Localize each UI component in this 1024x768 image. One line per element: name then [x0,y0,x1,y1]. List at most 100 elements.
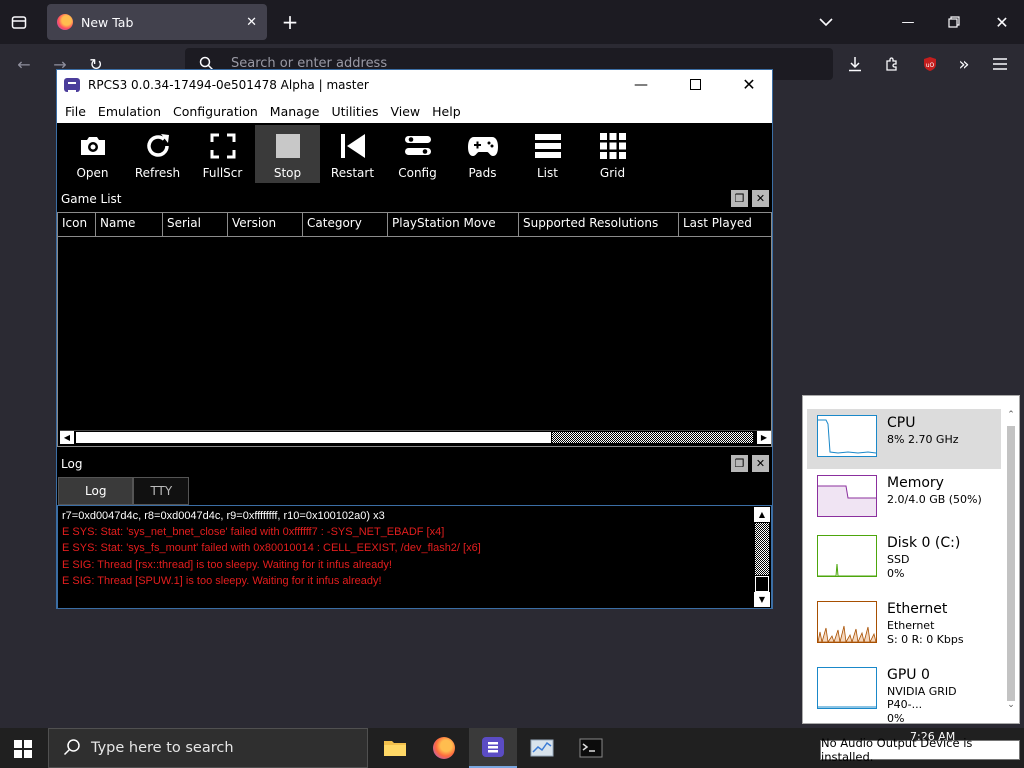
tab-tty[interactable]: TTY [133,477,190,505]
menu-utilities[interactable]: Utilities [325,104,384,119]
scroll-up-icon[interactable]: ⌃ [1005,410,1017,420]
scroll-up-icon[interactable]: ▲ [754,507,770,522]
close-dock-icon[interactable]: ✕ [752,455,769,472]
perf-item-ethernet[interactable]: Ethernet Ethernet S: 0 R: 0 Kbps [807,595,1001,655]
column-header-category[interactable]: Category [303,213,388,236]
perf-item-cpu[interactable]: CPU 8% 2.70 GHz [807,409,1001,469]
scrollbar-thumb[interactable] [755,576,769,592]
restart-button[interactable]: Restart [320,125,385,183]
perf-item-disk[interactable]: Disk 0 (C:) SSD 0% [807,529,1001,589]
open-label: Open [76,166,109,180]
scroll-left-icon[interactable]: ◀ [60,431,74,444]
stop-button[interactable]: Stop [255,125,320,183]
perf-item-gpu[interactable]: GPU 0 NVIDIA GRID P40-... 0% [807,661,1001,725]
tab-list-icon[interactable] [8,12,30,32]
pads-button[interactable]: Pads [450,125,515,183]
close-tab-icon[interactable]: ✕ [246,15,257,30]
chevron-down-icon[interactable] [814,12,838,32]
restore-icon[interactable] [942,12,966,32]
rpcs3-close-button[interactable]: ✕ [726,70,772,99]
log-vertical-scrollbar[interactable]: ▲ ▼ [754,507,770,607]
perf-item-detail: NVIDIA GRID P40-... [887,685,957,711]
browser-tab-bar: New Tab ✕ + — ✕ [0,0,1024,44]
rpcs3-app-icon [64,77,80,92]
game-list-table[interactable]: Icon Name Serial Version Category PlaySt… [57,212,772,447]
taskbar-search-box[interactable]: Type here to search [48,728,368,768]
gamepad-icon [467,130,499,162]
file-explorer-taskbar-icon[interactable] [371,728,419,768]
browser-tab-title: New Tab [81,14,134,30]
refresh-label: Refresh [134,166,181,180]
column-header-name[interactable]: Name [96,213,163,236]
overflow-icon[interactable]: » [952,54,976,75]
menu-configuration[interactable]: Configuration [167,104,264,119]
rpcs3-maximize-button[interactable] [672,70,718,99]
search-icon [63,738,81,759]
back-icon[interactable]: ← [12,54,36,74]
log-output[interactable]: r7=0xd0047d4c, r8=0xd0047d4c, r9=0xfffff… [57,505,772,609]
new-tab-icon[interactable]: + [278,10,302,34]
close-dock-icon[interactable]: ✕ [752,190,769,207]
column-header-supported-resolutions[interactable]: Supported Resolutions [519,213,679,236]
log-dock-header: Log ❐ ✕ [57,452,772,476]
rpcs3-minimize-button[interactable]: — [618,70,664,99]
scrollbar-track[interactable] [552,432,753,443]
grid-view-button[interactable]: Grid [580,125,645,183]
close-window-icon[interactable]: ✕ [990,12,1014,32]
scrollbar-thumb[interactable] [76,432,551,443]
scrollbar-track[interactable] [755,523,769,575]
log-tabs: Log TTY [58,477,190,505]
menu-emulation[interactable]: Emulation [92,104,167,119]
download-icon[interactable] [843,54,867,74]
extensions-icon[interactable] [880,54,904,74]
refresh-button[interactable]: Refresh [125,125,190,183]
menu-file[interactable]: File [59,104,92,119]
firefox-taskbar-icon[interactable] [420,728,468,768]
menu-view[interactable]: View [384,104,426,119]
column-header-playstation-move[interactable]: PlayStation Move [388,213,519,236]
column-header-version[interactable]: Version [228,213,303,236]
task-manager-performance-panel: CPU 8% 2.70 GHz Memory 2.0/4.0 GB (50%) … [802,395,1020,725]
taskbar-search-placeholder: Type here to search [91,740,234,756]
scrollbar-thumb[interactable] [1007,426,1015,701]
minimize-icon[interactable]: — [896,12,920,32]
game-list-horizontal-scrollbar[interactable]: ◀ ▶ [60,430,771,444]
browser-tab[interactable]: New Tab ✕ [47,4,267,40]
column-header-icon[interactable]: Icon [58,213,96,236]
perf-item-detail: 8% 2.70 GHz [887,433,959,446]
task-manager-scrollbar[interactable]: ⌃ ⌄ [1005,410,1017,710]
memory-graph [817,475,877,517]
float-dock-icon[interactable]: ❐ [731,190,748,207]
list-view-button[interactable]: List [515,125,580,183]
float-dock-icon[interactable]: ❐ [731,455,748,472]
menu-manage[interactable]: Manage [264,104,326,119]
ublock-icon[interactable]: uO [918,54,942,74]
fullscreen-button[interactable]: FullScr [190,125,255,183]
open-button[interactable]: Open [60,125,125,183]
menu-help[interactable]: Help [426,104,467,119]
refresh-icon [144,130,172,162]
windows-start-icon[interactable] [14,740,32,758]
camera-icon [79,130,107,162]
scroll-down-icon[interactable]: ▼ [754,592,770,607]
rpcs3-menu-bar: File Emulation Configuration Manage Util… [57,99,772,123]
config-button[interactable]: Config [385,125,450,183]
restart-label: Restart [330,166,375,180]
scroll-down-icon[interactable]: ⌄ [1005,700,1017,710]
grid-icon [599,130,627,162]
perf-item-usage: 0% [887,712,905,725]
scroll-right-icon[interactable]: ▶ [757,431,771,444]
tab-log[interactable]: Log [58,477,134,505]
perf-item-memory[interactable]: Memory 2.0/4.0 GB (50%) [807,469,1001,529]
log-line: E SYS: Stat: 'sys_net_bnet_close' failed… [62,526,445,539]
rpcs3-taskbar-icon[interactable] [469,728,517,768]
log-line: E SYS: Stat: 'sys_fs_mount' failed with … [62,542,481,555]
list-icon [534,130,562,162]
perf-item-name: CPU [887,415,916,431]
terminal-taskbar-icon[interactable] [567,728,615,768]
column-header-serial[interactable]: Serial [163,213,228,236]
task-manager-taskbar-icon[interactable] [518,728,566,768]
hamburger-menu-icon[interactable] [988,54,1012,74]
column-header-last-played[interactable]: Last Played [679,213,771,236]
perf-item-usage: S: 0 R: 0 Kbps [887,633,964,646]
